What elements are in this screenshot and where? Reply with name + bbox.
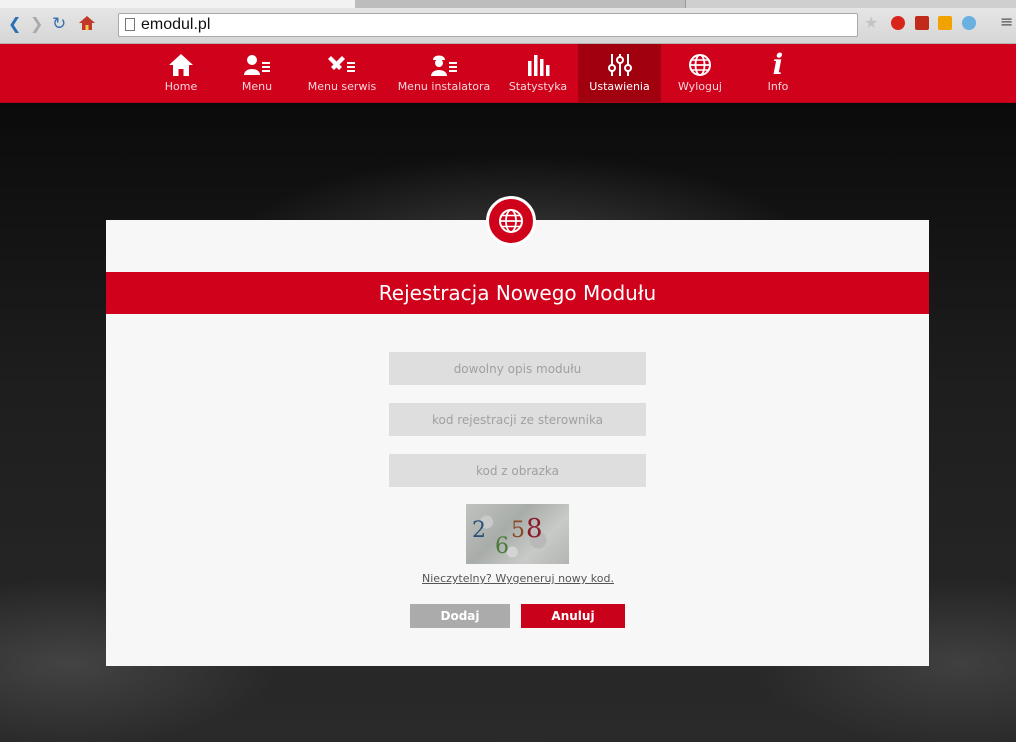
nav-menu-label: Menu: [241, 80, 273, 93]
adblock-extension-icon[interactable]: [891, 16, 905, 30]
captcha-digit: 8: [526, 514, 543, 544]
bookmark-star-icon[interactable]: ★: [864, 13, 878, 33]
nav-statystyka-label: Statystyka: [508, 80, 568, 93]
globe-badge-icon: [499, 209, 523, 233]
nav-menu-instalatora-label: Menu instalatora: [397, 80, 491, 93]
tab-strip: [0, 0, 1016, 8]
captcha-code-input[interactable]: [389, 454, 646, 487]
regenerate-captcha-link[interactable]: Nieczytelny? Wygeneruj nowy kod.: [418, 572, 618, 585]
browser-menu-icon[interactable]: ≡: [1000, 12, 1013, 32]
nav-statystyka[interactable]: Statystyka: [506, 44, 570, 102]
captcha-digit: 2: [472, 518, 486, 543]
back-icon[interactable]: ❮: [8, 14, 21, 34]
registration-code-input[interactable]: [389, 403, 646, 436]
home-icon: [158, 50, 204, 80]
bar-chart-icon: [506, 50, 570, 80]
browser-toolbar: ❮ ❯ ↻ emodul.pl ★ ≡: [0, 0, 1016, 44]
nav-info[interactable]: i Info: [758, 44, 798, 102]
home-browser-icon[interactable]: [78, 14, 96, 37]
browser-tab[interactable]: [355, 0, 686, 8]
captcha-image: 2 6 5 8: [466, 504, 569, 564]
browser-tab-active[interactable]: [0, 0, 356, 8]
add-button[interactable]: Dodaj: [410, 604, 510, 628]
globe-icon: [674, 50, 726, 80]
nav-menu-serwis[interactable]: Menu serwis: [305, 44, 379, 102]
nav-ustawienia-label: Ustawienia: [589, 80, 650, 93]
nav-home[interactable]: Home: [158, 44, 204, 102]
address-bar[interactable]: emodul.pl: [118, 13, 858, 37]
installer-icon: [396, 50, 492, 80]
user-menu-icon: [232, 50, 282, 80]
nav-menu-instalatora[interactable]: Menu instalatora: [396, 44, 492, 102]
nav-menu-serwis-label: Menu serwis: [307, 80, 377, 93]
modal-title: Rejestracja Nowego Modułu: [106, 272, 929, 314]
url-text: emodul.pl: [141, 16, 211, 33]
info-icon: i: [772, 48, 784, 81]
sliders-icon: [578, 50, 661, 80]
page-icon: [125, 18, 135, 31]
tools-icon: [305, 50, 379, 80]
bookmark-extension-icon[interactable]: [915, 16, 929, 30]
cancel-button[interactable]: Anuluj: [521, 604, 625, 628]
nav-ustawienia[interactable]: Ustawienia: [578, 44, 661, 102]
modal-badge: [486, 196, 536, 246]
nav-info-label: Info: [767, 80, 789, 93]
forward-icon[interactable]: ❯: [30, 14, 43, 34]
nav-menu[interactable]: Menu: [232, 44, 282, 102]
sync-extension-icon[interactable]: [962, 16, 976, 30]
captcha-digit: 5: [511, 518, 525, 543]
nav-wyloguj-label: Wyloguj: [678, 80, 722, 93]
captcha-digit: 6: [495, 534, 509, 559]
reload-icon[interactable]: ↻: [52, 14, 66, 34]
app-navigation: Home Menu Menu serwis Menu instalatora S…: [0, 44, 1016, 103]
k-extension-icon[interactable]: [938, 16, 952, 30]
nav-wyloguj[interactable]: Wyloguj: [674, 44, 726, 102]
module-description-input[interactable]: [389, 352, 646, 385]
nav-home-label: Home: [164, 80, 198, 93]
